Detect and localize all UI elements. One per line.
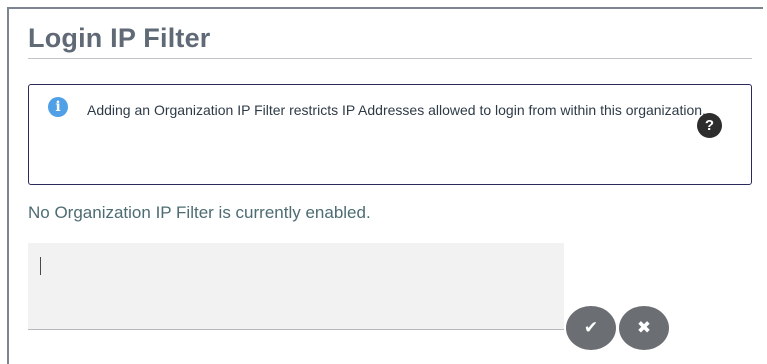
filter-status-text: No Organization IP Filter is currently e… xyxy=(28,203,371,222)
question-icon[interactable]: ? xyxy=(697,113,722,138)
info-icon: i xyxy=(48,97,68,117)
check-icon: ✔ xyxy=(583,318,599,337)
confirm-button[interactable]: ✔ xyxy=(566,306,616,350)
ip-filter-input[interactable] xyxy=(28,243,564,330)
page-title: Login IP Filter xyxy=(28,23,211,53)
info-message: Adding an Organization IP Filter restric… xyxy=(87,102,706,118)
cancel-button[interactable]: ✖ xyxy=(619,306,669,350)
info-callout: i Adding an Organization IP Filter restr… xyxy=(28,84,752,185)
close-icon: ✖ xyxy=(636,318,652,337)
text-cursor xyxy=(40,257,41,275)
title-divider xyxy=(28,58,752,59)
